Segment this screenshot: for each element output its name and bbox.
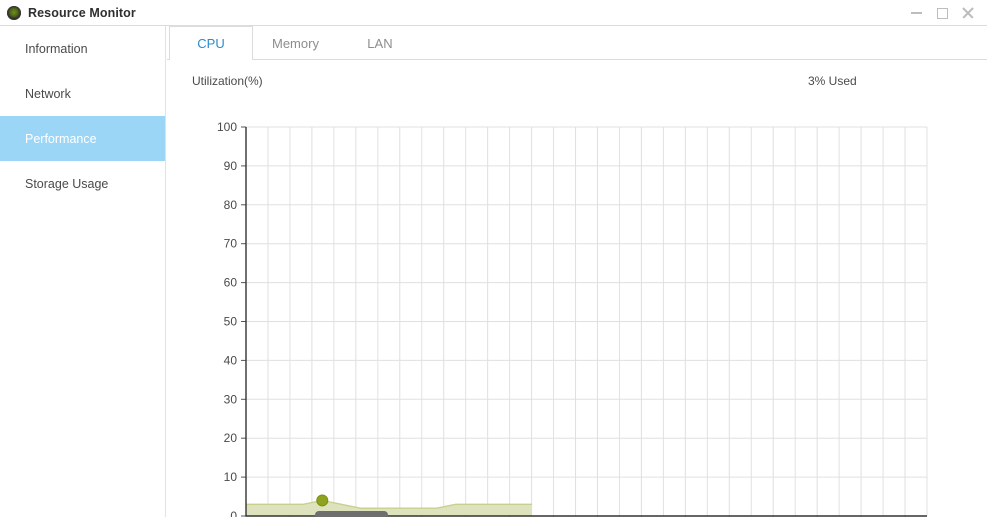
window-controls	[903, 0, 981, 26]
svg-text:30: 30	[224, 392, 238, 406]
resource-monitor-window: Resource Monitor Information Network Per…	[0, 0, 987, 517]
sidebar: Information Network Performance Storage …	[0, 26, 166, 517]
tab-label: LAN	[367, 35, 393, 51]
maximize-icon	[936, 7, 948, 19]
svg-text:80: 80	[224, 198, 238, 212]
tab-bar: CPU Memory LAN	[167, 26, 987, 60]
svg-text:10: 10	[224, 470, 238, 484]
sidebar-item-label: Performance	[25, 131, 97, 146]
tab-cpu[interactable]: CPU	[169, 26, 253, 60]
minimize-button[interactable]	[903, 0, 929, 26]
tab-label: Memory	[272, 35, 319, 51]
svg-text:100: 100	[217, 120, 237, 134]
sidebar-item-information[interactable]: Information	[0, 26, 165, 71]
sidebar-item-label: Information	[25, 41, 88, 56]
svg-text:50: 50	[224, 315, 238, 329]
tab-label: CPU	[197, 35, 225, 51]
svg-text:40: 40	[224, 353, 238, 367]
content-panel: CPU Memory LAN Utilization(%) 3% Used 0 1…	[167, 26, 987, 517]
maximize-button[interactable]	[929, 0, 955, 26]
window-title: Resource Monitor	[28, 5, 136, 20]
cpu-utilization-chart: 0 10 20 30 40 50 60 70 80 90 100 CPU:4%	[167, 98, 987, 517]
svg-text:60: 60	[224, 276, 238, 290]
svg-text:90: 90	[224, 159, 238, 173]
close-button[interactable]	[955, 0, 981, 26]
sidebar-item-label: Network	[25, 86, 71, 101]
sidebar-item-performance[interactable]: Performance	[0, 116, 165, 161]
chart-tooltip: CPU:4%	[315, 511, 389, 517]
tab-memory[interactable]: Memory	[253, 26, 338, 59]
axis-title: Utilization(%)	[192, 74, 263, 88]
sidebar-item-storage-usage[interactable]: Storage Usage	[0, 161, 165, 206]
minimize-icon	[910, 12, 922, 14]
app-circle-icon	[7, 5, 21, 20]
svg-text:0: 0	[230, 509, 237, 517]
chart-svg: 0 10 20 30 40 50 60 70 80 90 100	[217, 120, 928, 517]
close-icon	[962, 7, 974, 19]
sidebar-item-label: Storage Usage	[25, 176, 109, 191]
title-bar: Resource Monitor	[0, 0, 987, 26]
usage-summary: 3% Used	[808, 74, 857, 88]
svg-text:20: 20	[224, 431, 238, 445]
chart-header: Utilization(%) 3% Used	[167, 68, 987, 98]
sidebar-item-network[interactable]: Network	[0, 71, 165, 116]
svg-text:70: 70	[224, 237, 238, 251]
tab-lan[interactable]: LAN	[337, 26, 422, 59]
